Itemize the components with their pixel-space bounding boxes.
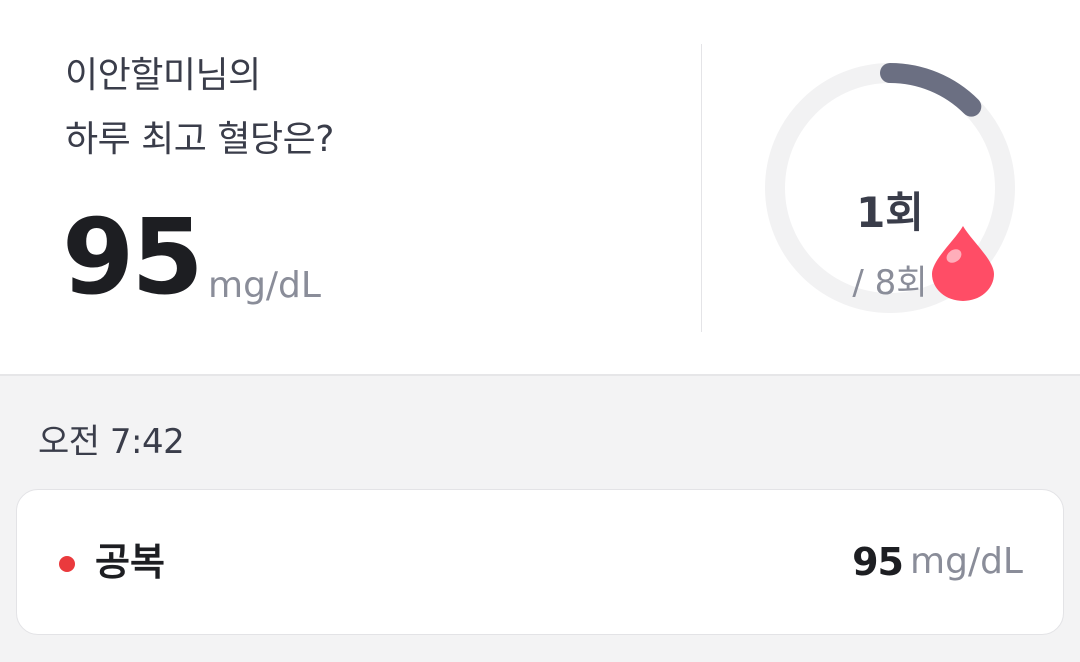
summary-title-line1: 이안할미님의 [65,55,261,96]
record-unit: mg/dL [910,541,1023,582]
record-time-label: 오전 7:42 [38,422,185,462]
blood-drop-icon [932,226,994,301]
summary-divider [701,44,702,332]
record-label: 공복 [95,540,165,584]
gauge-progress-arc [880,63,982,117]
max-glucose-unit: mg/dL [208,265,321,306]
glucose-record-card[interactable]: 공복 95 mg/dL [16,489,1064,635]
record-value: 95 [852,540,904,584]
daily-max-summary: 이안할미님의 하루 최고 혈당은? 95 mg/dL 1회 / 8회 [0,0,1080,376]
max-glucose-value: 95 [62,196,204,318]
summary-title-line2: 하루 최고 혈당은? [65,119,334,160]
status-dot [59,556,75,572]
